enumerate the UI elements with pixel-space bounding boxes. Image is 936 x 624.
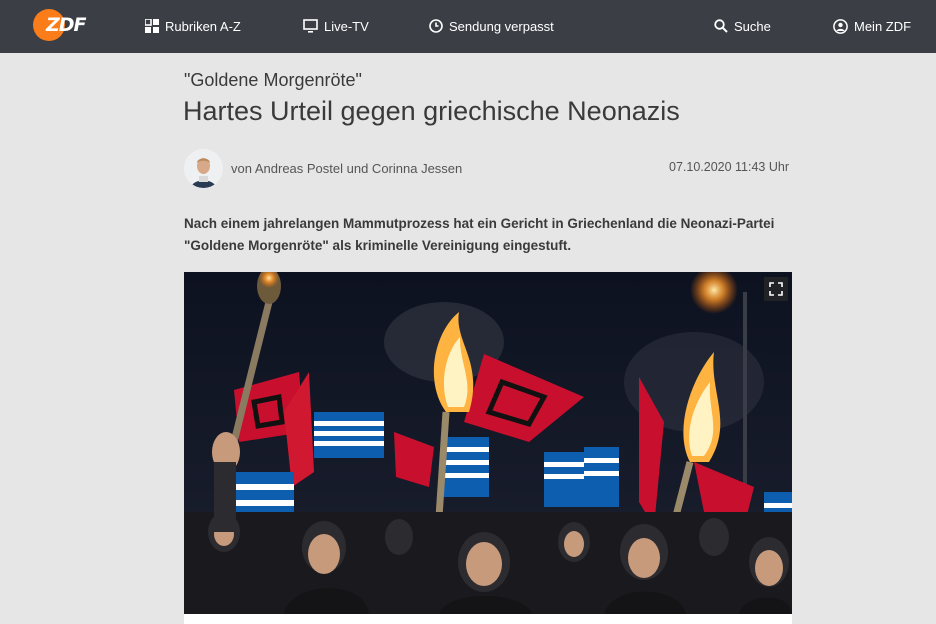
author-avatar bbox=[184, 149, 223, 188]
article-lead: Nach einem jahrelangen Mammutprozess hat… bbox=[184, 216, 775, 253]
zdf-logo[interactable]: ZDF bbox=[33, 9, 89, 43]
nav-sendung-verpasst-label: Sendung verpasst bbox=[449, 18, 554, 34]
grid-icon bbox=[145, 19, 159, 33]
nav-mein-zdf[interactable]: Mein ZDF bbox=[833, 16, 911, 36]
article-kicker: "Goldene Morgenröte" bbox=[184, 70, 362, 90]
publish-date: 07.10.2020 11:43 Uhr bbox=[669, 160, 790, 174]
nav-mein-zdf-label: Mein ZDF bbox=[854, 18, 912, 34]
article-headline: Hartes Urteil gegen griechische Neonazis bbox=[183, 96, 680, 126]
nav-suche[interactable]: Suche bbox=[714, 16, 771, 36]
author-byline: von Andreas Postel und Corinna Jessen bbox=[231, 161, 463, 176]
nav-rubriken[interactable]: Rubriken A-Z bbox=[145, 16, 241, 36]
image-caption-area bbox=[184, 614, 792, 624]
fullscreen-button[interactable] bbox=[764, 277, 788, 301]
search-icon bbox=[714, 19, 728, 33]
nav-suche-label: Suche bbox=[734, 18, 771, 34]
monitor-icon bbox=[303, 19, 318, 33]
nav-rubriken-label: Rubriken A-Z bbox=[165, 18, 241, 34]
user-icon bbox=[833, 18, 848, 34]
nav-live-tv-label: Live-TV bbox=[324, 18, 369, 34]
clock-icon bbox=[429, 19, 443, 33]
top-navigation-bar: ZDF Rubriken A-Z Live-TV Sendung verpass… bbox=[0, 0, 936, 53]
nav-live-tv[interactable]: Live-TV bbox=[303, 16, 369, 36]
hero-image[interactable] bbox=[184, 272, 792, 614]
expand-icon bbox=[769, 282, 783, 296]
logo-text: ZDF bbox=[46, 14, 87, 36]
nav-sendung-verpasst[interactable]: Sendung verpasst bbox=[429, 16, 554, 36]
